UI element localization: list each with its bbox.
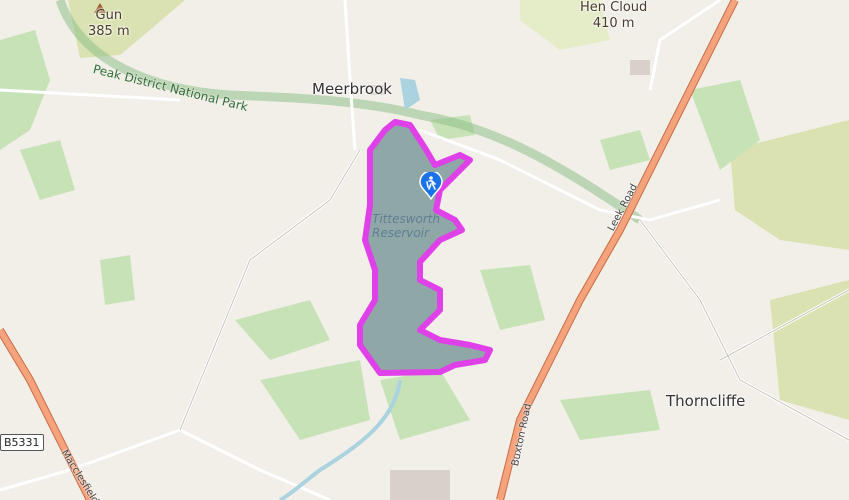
gun-peak-label: Gun 385 m	[88, 8, 130, 40]
hiker-marker[interactable]	[419, 172, 443, 200]
reservoir-label-line2: Reservoir	[372, 226, 429, 240]
hen-cloud-elevation: 410 m	[592, 16, 635, 31]
hen-cloud-name: Hen Cloud	[580, 0, 648, 15]
b5331-road-shield: B5331	[0, 434, 44, 451]
hiker-icon	[419, 172, 443, 200]
gun-elevation: 385 m	[88, 24, 130, 39]
map-canvas[interactable]: Gun 385 m Hen Cloud 410 m Peak District …	[0, 0, 849, 500]
thorncliffe-label: Thorncliffe	[666, 392, 746, 410]
gun-name: Gun	[95, 8, 123, 23]
reservoir-label-line1: Tittesworth	[372, 212, 441, 226]
reservoir-label: Tittesworth Reservoir	[372, 212, 440, 240]
reservoir-inlet	[400, 78, 420, 110]
meerbrook-label: Meerbrook	[312, 80, 392, 98]
hen-cloud-label: Hen Cloud 410 m	[580, 0, 647, 32]
